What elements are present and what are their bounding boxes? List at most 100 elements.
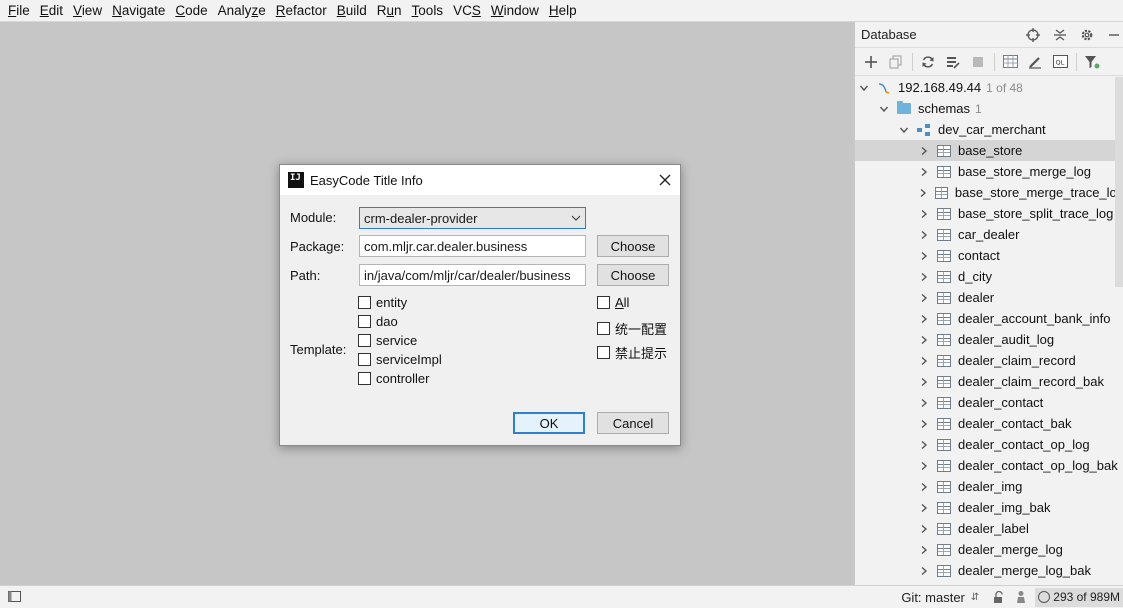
chevron-right-icon[interactable] xyxy=(917,228,931,242)
chevron-right-icon[interactable] xyxy=(917,480,931,494)
module-select[interactable]: crm-dealer-provider xyxy=(359,207,586,229)
tool-window-toggle-icon[interactable] xyxy=(0,590,30,605)
edit-icon[interactable] xyxy=(1025,52,1045,72)
checkbox-box[interactable] xyxy=(597,346,610,359)
template-checkbox[interactable]: dao xyxy=(358,314,398,329)
menu-item[interactable]: View xyxy=(69,0,106,22)
tree-table-item[interactable]: dealer_img_bak xyxy=(855,497,1123,518)
menu-item[interactable]: Navigate xyxy=(108,0,169,22)
tree-table-item[interactable]: base_store_split_trace_log xyxy=(855,203,1123,224)
menu-item[interactable]: Tools xyxy=(408,0,448,22)
tree-table-item[interactable]: dealer_merge_log_bak xyxy=(855,560,1123,581)
tree-table-item[interactable]: dealer_account_bank_info xyxy=(855,308,1123,329)
tree-table-item[interactable]: dealer_audit_log xyxy=(855,329,1123,350)
tree-table-item[interactable]: dealer_label xyxy=(855,518,1123,539)
checkbox-box[interactable] xyxy=(358,315,371,328)
filter-icon[interactable] xyxy=(1082,52,1102,72)
tree-table-item[interactable]: dealer_img xyxy=(855,476,1123,497)
chevron-right-icon[interactable] xyxy=(917,312,931,326)
chevron-right-icon[interactable] xyxy=(917,144,931,158)
tree-scrollbar[interactable] xyxy=(1115,77,1123,287)
tree-table-item[interactable]: dealer_claim_record xyxy=(855,350,1123,371)
tree-table-item[interactable]: dealer_contact_bak xyxy=(855,413,1123,434)
crosshair-icon[interactable] xyxy=(1024,26,1042,44)
path-choose-button[interactable]: Choose xyxy=(597,264,669,286)
stop-icon[interactable] xyxy=(968,52,988,72)
chevron-right-icon[interactable] xyxy=(917,543,931,557)
gear-icon[interactable] xyxy=(1078,26,1096,44)
memory-indicator[interactable]: 293 of 989M xyxy=(1035,587,1123,607)
chevron-right-icon[interactable] xyxy=(917,249,931,263)
checkbox-box[interactable] xyxy=(358,334,371,347)
minimize-icon[interactable] xyxy=(1105,26,1123,44)
checkbox-box[interactable] xyxy=(597,322,610,335)
tree-table-item[interactable]: dealer_contact_op_log_bak xyxy=(855,455,1123,476)
console-icon[interactable]: QL xyxy=(1050,52,1070,72)
template-checkbox[interactable]: service xyxy=(358,333,417,348)
tree-table-item[interactable]: base_store_merge_log xyxy=(855,161,1123,182)
refresh-icon[interactable] xyxy=(918,52,938,72)
tree-table-item[interactable]: dealer xyxy=(855,287,1123,308)
template-checkbox[interactable]: controller xyxy=(358,371,429,386)
chevron-right-icon[interactable] xyxy=(917,354,931,368)
copy-icon[interactable] xyxy=(886,52,906,72)
menu-item[interactable]: Build xyxy=(333,0,371,22)
git-branch-widget[interactable]: Git: master ⇵ xyxy=(901,590,979,605)
collapse-all-icon[interactable] xyxy=(1051,26,1069,44)
schema-sync-icon[interactable] xyxy=(943,52,963,72)
template-checkbox[interactable]: serviceImpl xyxy=(358,352,442,367)
package-field[interactable]: com.mljr.car.dealer.business xyxy=(359,235,586,257)
package-choose-button[interactable]: Choose xyxy=(597,235,669,257)
chevron-right-icon[interactable] xyxy=(917,522,931,536)
chevron-right-icon[interactable] xyxy=(917,291,931,305)
chevron-right-icon[interactable] xyxy=(917,165,931,179)
chevron-right-icon[interactable] xyxy=(917,459,931,473)
template-checkbox[interactable]: entity xyxy=(358,295,407,310)
checkbox-box[interactable] xyxy=(358,296,371,309)
chevron-right-icon[interactable] xyxy=(917,186,929,200)
chevron-right-icon[interactable] xyxy=(917,396,931,410)
chevron-right-icon[interactable] xyxy=(917,207,931,221)
checkbox-box[interactable] xyxy=(358,372,371,385)
option-checkbox[interactable]: All xyxy=(597,295,629,310)
menu-item[interactable]: VCS xyxy=(449,0,485,22)
option-checkbox[interactable]: 禁止提示 xyxy=(597,343,667,362)
ok-button[interactable]: OK xyxy=(513,412,585,434)
chevron-down-icon[interactable] xyxy=(877,102,891,116)
chevron-right-icon[interactable] xyxy=(917,270,931,284)
tree-table-item[interactable]: dealer_claim_record_bak xyxy=(855,371,1123,392)
menu-item[interactable]: Run xyxy=(373,0,406,22)
tree-connection[interactable]: 192.168.49.44 1 of 48 xyxy=(855,77,1123,98)
add-icon[interactable] xyxy=(861,52,881,72)
menu-item[interactable]: Analyze xyxy=(214,0,270,22)
option-checkbox[interactable]: 统一配置 xyxy=(597,319,667,338)
menu-item[interactable]: Refactor xyxy=(272,0,331,22)
checkbox-box[interactable] xyxy=(597,296,610,309)
tree-schemas[interactable]: schemas 1 xyxy=(855,98,1123,119)
tree-table-item[interactable]: base_store xyxy=(855,140,1123,161)
tree-table-item[interactable]: dealer_contact xyxy=(855,392,1123,413)
chevron-right-icon[interactable] xyxy=(917,501,931,515)
tree-table-item[interactable]: dealer_contact_op_log xyxy=(855,434,1123,455)
close-icon[interactable] xyxy=(650,165,680,195)
chevron-down-icon[interactable] xyxy=(897,123,911,137)
menu-item[interactable]: Window xyxy=(487,0,543,22)
inspector-icon[interactable] xyxy=(1013,589,1029,605)
chevron-right-icon[interactable] xyxy=(917,333,931,347)
tree-schema[interactable]: dev_car_merchant xyxy=(855,119,1123,140)
chevron-right-icon[interactable] xyxy=(917,564,931,578)
menu-item[interactable]: Edit xyxy=(36,0,67,22)
chevron-right-icon[interactable] xyxy=(917,438,931,452)
tree-table-item[interactable]: contact xyxy=(855,245,1123,266)
checkbox-box[interactable] xyxy=(358,353,371,366)
chevron-right-icon[interactable] xyxy=(917,375,931,389)
menu-item[interactable]: Help xyxy=(545,0,581,22)
chevron-right-icon[interactable] xyxy=(917,417,931,431)
tree-table-item[interactable]: dealer_merge_log xyxy=(855,539,1123,560)
menu-item[interactable]: Code xyxy=(171,0,211,22)
tree-table-item[interactable]: car_dealer xyxy=(855,224,1123,245)
tree-table-item[interactable]: base_store_merge_trace_log xyxy=(855,182,1123,203)
tree-table-item[interactable]: d_city xyxy=(855,266,1123,287)
path-field[interactable]: in/java/com/mljr/car/dealer/business xyxy=(359,264,586,286)
table-view-icon[interactable] xyxy=(1000,52,1020,72)
